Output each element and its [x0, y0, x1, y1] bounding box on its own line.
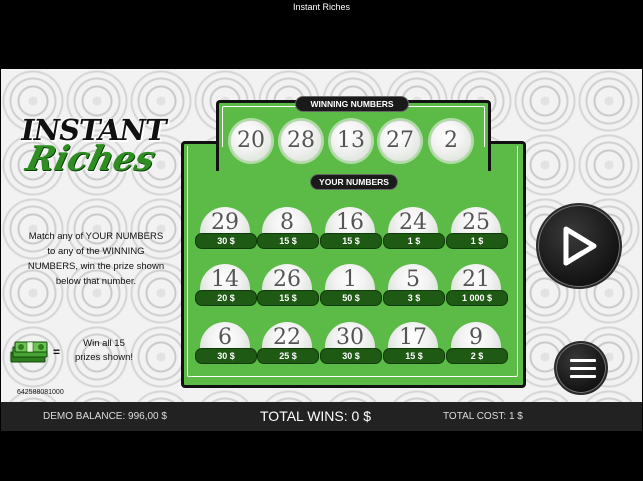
prize-label: 15 $ [383, 348, 445, 364]
prize-label: 1 000 $ [446, 290, 508, 306]
total-cost: TOTAL COST: 1 $ [443, 411, 523, 422]
your-number-cell[interactable]: 22 25 $ [257, 322, 319, 372]
rules-line: NUMBERS, win the prize shown [27, 261, 165, 272]
cash-stack-icon [10, 341, 48, 363]
menu-button[interactable] [554, 341, 608, 395]
bonus-line: prizes shown! [74, 352, 134, 363]
hamburger-menu-icon [570, 359, 596, 362]
status-bar: DEMO BALANCE: 996,00 $ TOTAL WINS: 0 $ T… [1, 402, 642, 431]
play-button[interactable] [536, 203, 622, 289]
prize-label: 30 $ [195, 233, 257, 249]
logo-line-2: Riches [22, 139, 160, 179]
prize-label: 30 $ [320, 348, 382, 364]
demo-balance: DEMO BALANCE: 996,00 $ [43, 411, 167, 422]
your-number-cell[interactable]: 8 15 $ [257, 207, 319, 257]
rules-line: below that number. [55, 276, 137, 287]
your-number-cell[interactable]: 25 1 $ [446, 207, 508, 257]
logo: INSTANT Riches [15, 113, 175, 183]
winning-number: 27 [379, 120, 421, 162]
prize-label: 1 $ [383, 233, 445, 249]
your-number-cell[interactable]: 29 30 $ [195, 207, 257, 257]
your-number-cell[interactable]: 14 20 $ [195, 264, 257, 314]
rules-line: to any of the WINNING [47, 246, 145, 257]
winning-numbers-label: WINNING NUMBERS [295, 96, 409, 112]
your-number-cell[interactable]: 5 3 $ [383, 264, 445, 314]
your-number-cell[interactable]: 26 15 $ [257, 264, 319, 314]
your-number-cell[interactable]: 6 30 $ [195, 322, 257, 372]
hamburger-menu-icon [570, 367, 596, 370]
winning-number: 28 [280, 120, 322, 162]
prize-label: 2 $ [446, 348, 508, 364]
prize-label: 15 $ [257, 290, 319, 306]
your-number-cell[interactable]: 1 50 $ [320, 264, 382, 314]
rules-line: Match any of YOUR NUMBERS [28, 231, 164, 242]
prize-label: 20 $ [195, 290, 257, 306]
your-number-cell[interactable]: 16 15 $ [320, 207, 382, 257]
your-number-cell[interactable]: 9 2 $ [446, 322, 508, 372]
your-numbers-label: YOUR NUMBERS [310, 174, 398, 190]
winning-number: 13 [330, 120, 372, 162]
equals-sign: = [53, 345, 61, 359]
your-number-cell[interactable]: 17 15 $ [383, 322, 445, 372]
your-number-cell[interactable]: 21 1 000 $ [446, 264, 508, 314]
prize-label: 50 $ [320, 290, 382, 306]
bonus-line: Win all 15 [83, 338, 125, 349]
game-area: INSTANT Riches Match any of YOUR NUMBERS… [1, 69, 642, 402]
winning-number: 2 [430, 120, 472, 162]
prize-label: 1 $ [446, 233, 508, 249]
rules-text: Match any of YOUR NUMBERS to any of the … [16, 229, 176, 289]
prize-label: 30 $ [195, 348, 257, 364]
ticket-id: 642588081000 [17, 389, 64, 396]
app-title: Instant Riches [292, 2, 351, 12]
winning-number: 20 [230, 120, 272, 162]
prize-label: 15 $ [257, 233, 319, 249]
hamburger-menu-icon [570, 375, 596, 378]
prize-label: 25 $ [257, 348, 319, 364]
your-number-cell[interactable]: 30 30 $ [320, 322, 382, 372]
prize-label: 15 $ [320, 233, 382, 249]
total-wins: TOTAL WINS: 0 $ [260, 408, 371, 424]
bonus-rule-text: Win all 15 prizes shown! [69, 337, 139, 365]
play-icon [563, 226, 597, 266]
prize-label: 3 $ [383, 290, 445, 306]
your-number-cell[interactable]: 24 1 $ [383, 207, 445, 257]
bonus-rule: = Win all 15 prizes shown! [9, 337, 169, 369]
